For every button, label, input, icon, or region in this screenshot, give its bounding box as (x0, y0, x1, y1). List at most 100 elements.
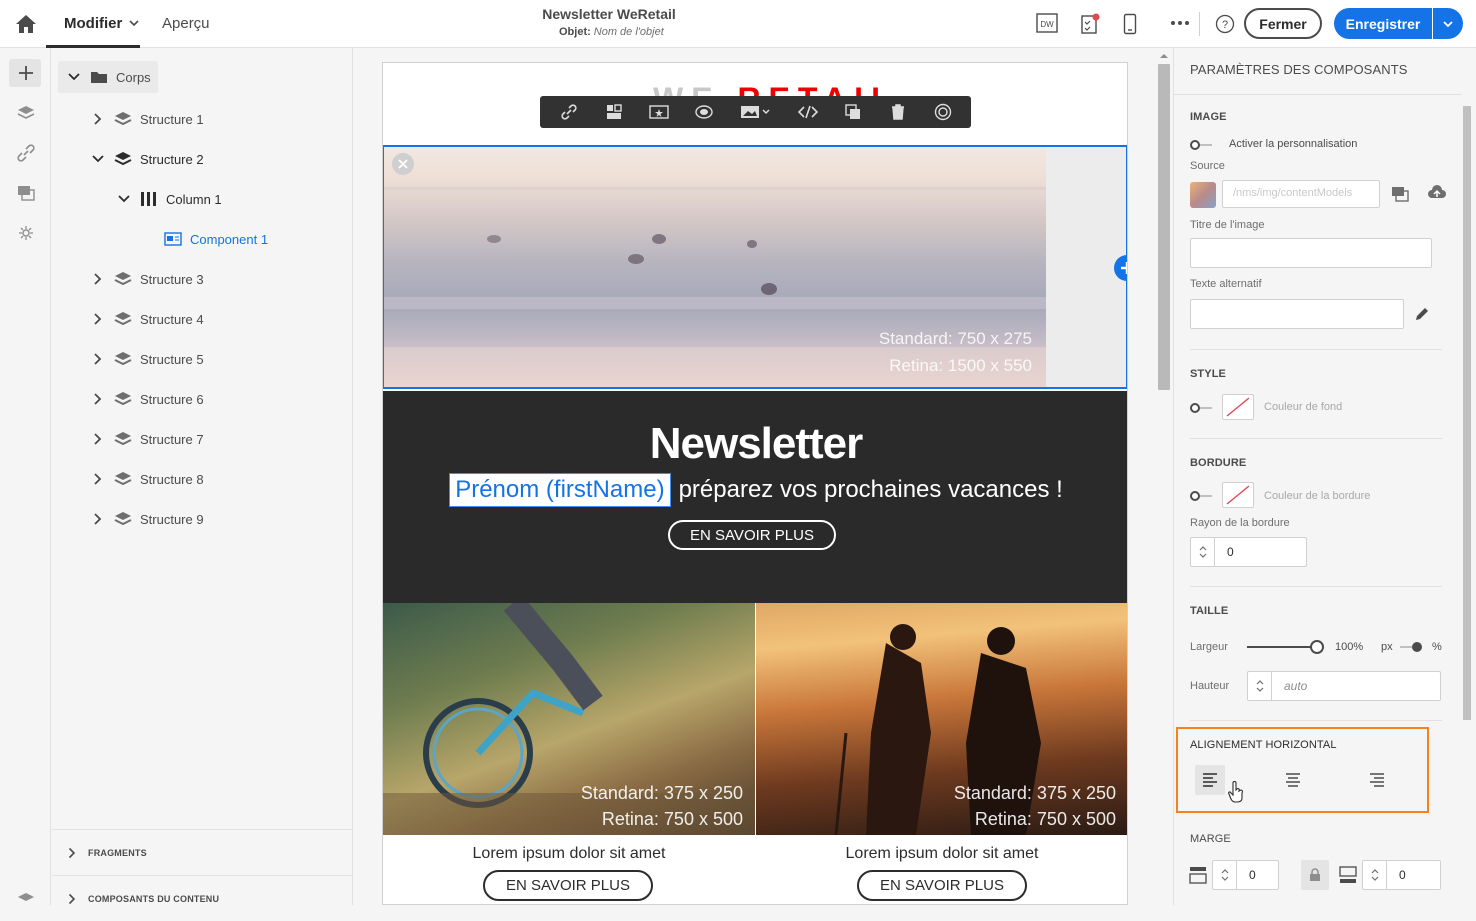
conditional-content-icon[interactable] (693, 101, 715, 123)
width-slider-track[interactable] (1247, 646, 1317, 648)
cta-button-left[interactable]: EN SAVOIR PLUS (483, 870, 653, 901)
tree-item-structure-3[interactable]: Structure 3 (90, 266, 204, 292)
chevron-right-icon[interactable] (68, 847, 76, 859)
close-button[interactable]: Fermer (1244, 8, 1322, 39)
mobile-preview-icon[interactable] (1123, 13, 1137, 35)
height-input[interactable]: auto (1272, 672, 1307, 700)
width-label: Largeur (1190, 641, 1228, 653)
bike-photo[interactable]: Standard: 375 x 250 Retina: 750 x 500 (383, 603, 755, 835)
image-options-icon[interactable] (738, 101, 774, 123)
settings-grid-icon[interactable] (16, 224, 36, 242)
chevron-up-icon (1221, 869, 1228, 874)
alt-text-input[interactable] (1190, 299, 1404, 329)
chevron-right-icon[interactable] (90, 311, 106, 327)
border-radius-stepper[interactable]: 0 (1190, 537, 1307, 567)
align-left-button[interactable] (1195, 765, 1225, 795)
tree-item-structure-2[interactable]: Structure 2 (90, 146, 204, 172)
margin-top-value[interactable]: 0 (1237, 861, 1256, 889)
align-right-button[interactable] (1362, 765, 1392, 795)
cta-button-right[interactable]: EN SAVOIR PLUS (857, 870, 1027, 901)
selected-image-component[interactable]: Standard: 750 x 275 Retina: 1500 x 550 (383, 145, 1127, 389)
content-components-section[interactable]: COMPOSANTS DU CONTENU (52, 875, 353, 921)
lock-icon[interactable] (1301, 860, 1329, 890)
margin-bottom-value[interactable]: 0 (1387, 861, 1406, 889)
more-icon[interactable] (1170, 20, 1190, 26)
personalize-toggle[interactable] (1190, 140, 1212, 150)
chevron-down-icon (1199, 553, 1206, 558)
chevron-right-icon[interactable] (68, 893, 76, 905)
personalization-field[interactable]: Prénom (firstName) (449, 473, 671, 507)
subject-label: Objet: (559, 26, 591, 38)
tree-item-structure-4[interactable]: Structure 4 (90, 306, 204, 332)
school-icon[interactable] (16, 892, 36, 904)
select-parent-icon[interactable] (932, 101, 954, 123)
image-personalize-icon[interactable] (648, 101, 670, 123)
dreamweaver-icon[interactable]: DW (1036, 13, 1058, 33)
chevron-right-icon[interactable] (90, 511, 106, 527)
tree-item-structure-7[interactable]: Structure 7 (90, 426, 204, 452)
layout-icon[interactable] (603, 101, 625, 123)
scroll-up-icon[interactable] (1158, 52, 1170, 60)
width-slider-handle[interactable] (1310, 640, 1324, 654)
checklist-icon[interactable] (1080, 13, 1100, 35)
subject-placeholder[interactable]: Nom de l'objet (594, 26, 664, 38)
close-icon[interactable] (392, 153, 414, 175)
source-input[interactable]: /nms/img/contentModels (1222, 180, 1380, 208)
code-icon[interactable] (797, 101, 819, 123)
chevron-right-icon[interactable] (90, 351, 106, 367)
tree-item-structure-1[interactable]: Structure 1 (90, 106, 204, 132)
structure-icon (114, 510, 132, 528)
save-options-button[interactable] (1433, 8, 1463, 39)
fragments-label: FRAGMENTS (88, 847, 147, 858)
chevron-right-icon[interactable] (90, 271, 106, 287)
canvas-scrollbar[interactable] (1158, 64, 1170, 390)
margin-bottom-stepper[interactable]: 0 (1362, 860, 1441, 890)
cta-button[interactable]: EN SAVOIR PLUS (668, 520, 836, 550)
background-toggle[interactable] (1190, 403, 1212, 413)
tree-item-structure-6[interactable]: Structure 6 (90, 386, 204, 412)
unit-switch-knob[interactable] (1412, 642, 1422, 652)
duplicate-icon[interactable] (842, 101, 864, 123)
browse-images-icon[interactable] (1390, 185, 1410, 203)
upload-cloud-icon[interactable] (1427, 184, 1447, 202)
tree-item-structure-8[interactable]: Structure 8 (90, 466, 204, 492)
chevron-right-icon[interactable] (90, 391, 106, 407)
align-center-button[interactable] (1278, 765, 1308, 795)
delete-icon[interactable] (887, 101, 909, 123)
border-toggle[interactable] (1190, 491, 1212, 501)
height-stepper[interactable]: auto (1247, 671, 1441, 701)
add-icon[interactable] (17, 64, 35, 82)
tree-item-column-1[interactable]: Column 1 (116, 186, 222, 212)
chevron-right-icon[interactable] (90, 111, 106, 127)
tree-root[interactable]: Corps (66, 64, 151, 90)
chevron-down-icon[interactable] (90, 151, 106, 167)
subject-line[interactable]: Objet: Nom de l'objet (559, 26, 664, 38)
add-component-icon[interactable] (1114, 255, 1127, 281)
tree-item-component-1[interactable]: Component 1 (140, 226, 268, 252)
tree-item-structure-9[interactable]: Structure 9 (90, 506, 204, 532)
fragment-icon[interactable] (16, 184, 36, 202)
tree-item-label: Structure 8 (140, 471, 204, 487)
chevron-down-icon[interactable] (66, 69, 82, 85)
link-icon[interactable] (16, 144, 36, 162)
layers-icon[interactable] (16, 104, 36, 122)
link-icon[interactable] (558, 101, 580, 123)
border-color-swatch[interactable] (1222, 482, 1254, 508)
save-button[interactable]: Enregistrer (1334, 8, 1432, 39)
hikers-photo[interactable]: Standard: 375 x 250 Retina: 750 x 500 (756, 603, 1127, 835)
tree-item-structure-5[interactable]: Structure 5 (90, 346, 204, 372)
chevron-down-icon[interactable] (116, 191, 132, 207)
margin-top-stepper[interactable]: 0 (1212, 860, 1279, 890)
left-rail (0, 48, 51, 905)
help-icon[interactable]: ? (1215, 14, 1235, 34)
border-radius-value[interactable]: 0 (1215, 538, 1234, 566)
edit-pencil-icon[interactable] (1414, 306, 1430, 322)
hand-cursor-icon (1228, 781, 1244, 803)
fragments-section[interactable]: FRAGMENTS (52, 829, 353, 875)
background-color-swatch[interactable] (1222, 394, 1254, 420)
newsletter-header-block[interactable]: Newsletter Prénom (firstName) préparez v… (383, 391, 1127, 603)
chevron-right-icon[interactable] (90, 431, 106, 447)
panel-scrollbar[interactable] (1463, 106, 1471, 720)
image-title-input[interactable] (1190, 238, 1432, 268)
chevron-right-icon[interactable] (90, 471, 106, 487)
